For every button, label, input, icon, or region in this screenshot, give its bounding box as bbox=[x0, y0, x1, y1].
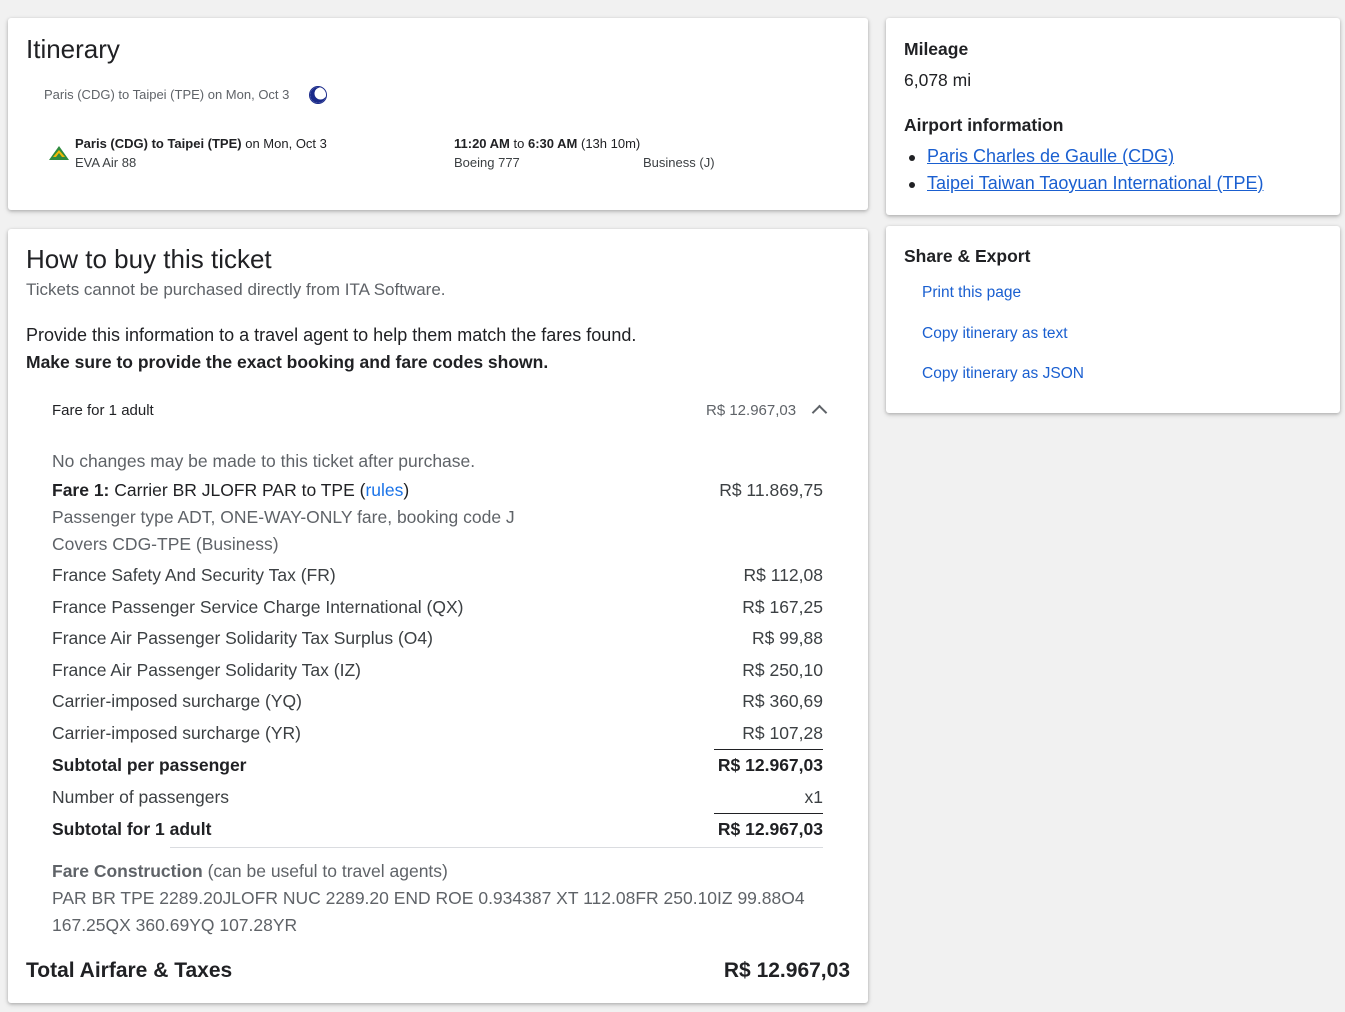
segment-depart: 11:20 AM bbox=[454, 136, 510, 151]
num-passengers-value: x1 bbox=[804, 787, 823, 807]
tax-label: France Passenger Service Charge Internat… bbox=[52, 597, 464, 617]
segment-route-line: Paris (CDG) to Taipei (TPE) on Mon, Oct … bbox=[75, 136, 327, 151]
list-bullet bbox=[909, 155, 915, 161]
tax-price: R$ 250,10 bbox=[742, 660, 823, 680]
fare-header-label: Fare for 1 adult bbox=[52, 402, 154, 419]
mileage-airport-card: Mileage 6,078 mi Airport information Par… bbox=[886, 18, 1340, 215]
segment-arrive: 6:30 AM bbox=[527, 136, 578, 151]
no-changes-note: No changes may be made to this ticket af… bbox=[52, 451, 476, 471]
tax-price: R$ 107,28 bbox=[742, 723, 823, 743]
copy-json-link[interactable]: Copy itinerary as JSON bbox=[922, 365, 1084, 383]
segment-times: 11:20 AM to 6:30 AM (13h 10m) bbox=[454, 136, 640, 151]
fare1-label-end: ) bbox=[403, 480, 410, 500]
subtotal-pp-price: R$ 12.967,03 bbox=[717, 755, 823, 775]
tax-row: France Safety And Security Tax (FR) R$ 1… bbox=[52, 565, 823, 593]
itinerary-card: Itinerary Paris (CDG) to Taipei (TPE) on… bbox=[8, 18, 868, 210]
total-label: Total Airfare & Taxes bbox=[26, 959, 233, 982]
fare-construction-heading: Fare Construction (can be useful to trav… bbox=[52, 861, 448, 882]
tax-label: France Air Passenger Solidarity Tax Surp… bbox=[52, 628, 433, 648]
segment-flight: EVA Air 88 bbox=[75, 155, 137, 170]
subtotal-per-passenger-row: Subtotal per passenger R$ 12.967,03 bbox=[52, 755, 823, 783]
subtotal-adult-label: Subtotal for 1 adult bbox=[52, 819, 212, 839]
tax-price: R$ 167,25 bbox=[742, 597, 823, 617]
subtotal-adult-price: R$ 12.967,03 bbox=[717, 819, 823, 839]
adult-subtotal-divider bbox=[714, 813, 823, 814]
subtotal-divider bbox=[714, 749, 823, 750]
how-to-buy-card: How to buy this ticket Tickets cannot be… bbox=[8, 229, 868, 1003]
subtotal-pp-label: Subtotal per passenger bbox=[52, 755, 247, 775]
itinerary-summary: Paris (CDG) to Taipei (TPE) on Mon, Oct … bbox=[44, 87, 290, 102]
total-price: R$ 12.967,03 bbox=[723, 959, 850, 982]
fare-construction-line1: PAR BR TPE 2289.20JLOFR NUC 2289.20 END … bbox=[52, 888, 805, 908]
fare-construction-label: (can be useful to travel agents) bbox=[207, 861, 448, 881]
tax-row: Carrier-imposed surcharge (YR) R$ 107,28 bbox=[52, 723, 823, 751]
tax-row: Carrier-imposed surcharge (YQ) R$ 360,69 bbox=[52, 691, 823, 719]
chevron-up-icon[interactable] bbox=[811, 404, 828, 421]
tax-price: R$ 99,88 bbox=[751, 628, 823, 648]
fare1-detail-passenger: Passenger type ADT, ONE-WAY-ONLY fare, b… bbox=[52, 507, 515, 527]
airport-link-tpe[interactable]: Taipei Taiwan Taoyuan International (TPE… bbox=[927, 173, 1264, 194]
fare1-price: R$ 11.869,75 bbox=[719, 480, 823, 500]
fare-header-price: R$ 12.967,03 bbox=[706, 402, 797, 419]
airport-link-cdg[interactable]: Paris Charles de Gaulle (CDG) bbox=[927, 146, 1174, 167]
itinerary-title: Itinerary bbox=[26, 34, 120, 64]
segment-date: on Mon, Oct 3 bbox=[245, 136, 327, 151]
tax-price: R$ 112,08 bbox=[743, 565, 823, 585]
tax-row: France Air Passenger Solidarity Tax (IZ)… bbox=[52, 660, 823, 688]
segment-route: Paris (CDG) to Taipei (TPE) bbox=[75, 136, 242, 151]
tax-row: France Air Passenger Solidarity Tax Surp… bbox=[52, 628, 823, 656]
fare1-row: Fare 1: Carrier BR JLOFR PAR to TPE (rul… bbox=[52, 480, 823, 508]
print-page-link[interactable]: Print this page bbox=[922, 284, 1021, 302]
mileage-value: 6,078 mi bbox=[904, 70, 972, 90]
buy-instruction: Provide this information to a travel age… bbox=[26, 325, 637, 345]
buy-subtitle: Tickets cannot be purchased directly fro… bbox=[26, 280, 446, 299]
segment-cabin: Business (J) bbox=[643, 155, 715, 170]
fare-header-toggle[interactable]: Fare for 1 adult R$ 12.967,03 bbox=[26, 389, 832, 433]
airport-info-title: Airport information bbox=[904, 115, 1064, 135]
share-export-title: Share & Export bbox=[904, 246, 1031, 266]
tax-label: Carrier-imposed surcharge (YR) bbox=[52, 723, 301, 743]
list-bullet bbox=[909, 182, 915, 188]
fare1-detail-covers: Covers CDG-TPE (Business) bbox=[52, 534, 279, 554]
moon-icon bbox=[309, 86, 327, 104]
fare-construction-label-bold: Fare Construction bbox=[52, 861, 203, 881]
copy-text-link[interactable]: Copy itinerary as text bbox=[922, 325, 1068, 343]
segment-duration: (13h 10m) bbox=[580, 136, 641, 151]
buy-title: How to buy this ticket bbox=[26, 244, 272, 274]
tax-label: Carrier-imposed surcharge (YQ) bbox=[52, 691, 302, 711]
tax-label: France Safety And Security Tax (FR) bbox=[52, 565, 336, 585]
segment-aircraft: Boeing 777 bbox=[454, 155, 520, 170]
tax-label: France Air Passenger Solidarity Tax (IZ) bbox=[52, 660, 361, 680]
share-export-card: Share & Export Print this page Copy itin… bbox=[886, 226, 1340, 413]
fare1-label-bold: Fare 1: bbox=[52, 480, 110, 500]
tax-row: France Passenger Service Charge Internat… bbox=[52, 597, 823, 625]
fare-construction-line2: 167.25QX 360.69YQ 107.28YR bbox=[52, 915, 298, 935]
fare-rules-link[interactable]: rules bbox=[365, 480, 403, 500]
num-passengers-label: Number of passengers bbox=[52, 787, 230, 807]
segment-to: to bbox=[513, 136, 525, 151]
buy-instruction-bold: Make sure to provide the exact booking a… bbox=[26, 352, 549, 372]
subtotal-adult-row: Subtotal for 1 adult R$ 12.967,03 bbox=[52, 819, 823, 847]
num-passengers-row: Number of passengers x1 bbox=[52, 787, 823, 815]
mileage-title: Mileage bbox=[904, 39, 969, 59]
eva-air-logo-icon bbox=[49, 146, 69, 160]
tax-price: R$ 360,69 bbox=[742, 691, 823, 711]
fare-construction-divider bbox=[170, 847, 823, 848]
fare1-label: Carrier BR JLOFR PAR to TPE ( bbox=[114, 480, 366, 500]
